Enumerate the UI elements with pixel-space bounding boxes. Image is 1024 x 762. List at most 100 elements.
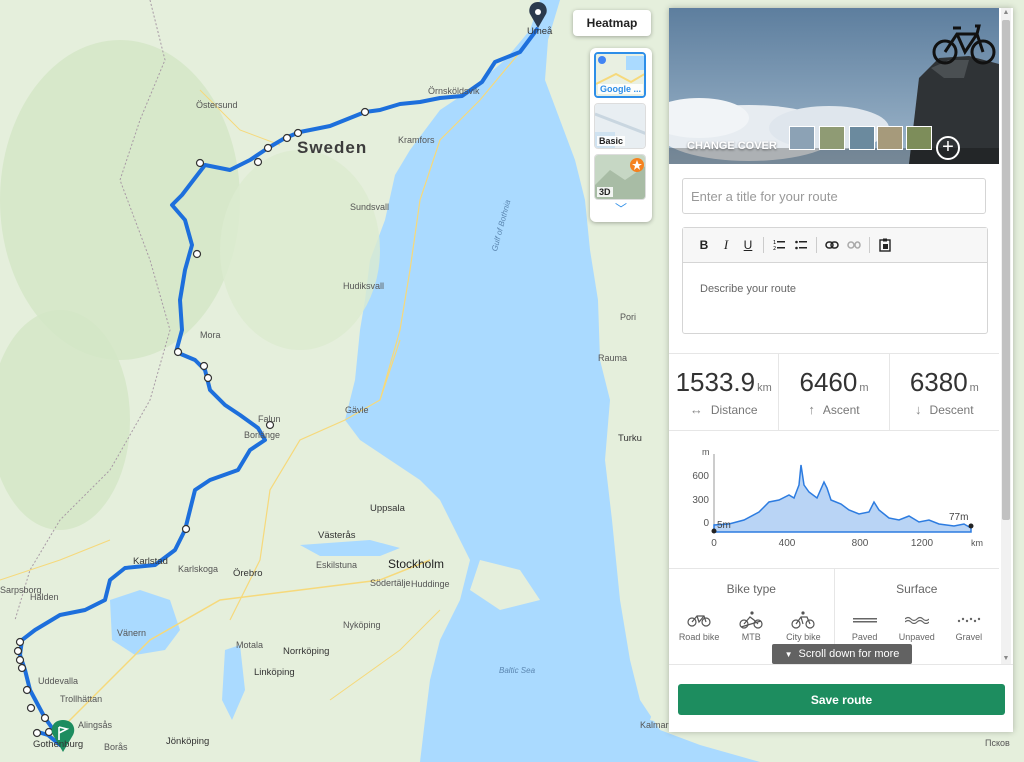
arrow-down-icon: ↓ — [915, 402, 922, 417]
svg-text:2: 2 — [773, 246, 776, 251]
cover-thumb-3[interactable] — [849, 126, 875, 150]
surface-gravel-label: Gravel — [955, 632, 983, 642]
stat-ascent: 6460 m ↑ Ascent — [779, 354, 890, 430]
bike-type-road-label: Road bike — [678, 632, 720, 642]
map-label-motala: Motala — [236, 640, 264, 650]
unpaved-icon — [904, 616, 929, 624]
description-input[interactable]: Describe your route — [683, 263, 987, 315]
map-label-stockholm: Stockholm — [388, 557, 445, 571]
stat-descent: 6380 m ↓ Descent — [890, 354, 999, 430]
save-route-button[interactable]: Save route — [678, 684, 1005, 715]
surface-heading: Surface — [896, 582, 938, 596]
underline-button[interactable]: U — [737, 235, 759, 255]
cover-thumb-4[interactable] — [877, 126, 903, 150]
ordered-list-icon[interactable]: 12 — [768, 235, 790, 255]
editor-toolbar: B I U 12 — [683, 228, 987, 263]
bike-icon — [932, 24, 996, 65]
route-title-input[interactable] — [682, 178, 986, 214]
map-label-sundsvall: Sundsvall — [350, 202, 390, 212]
descent-label: Descent — [929, 403, 974, 417]
elevation-profile[interactable]: m 600 300 0 5m 77m 0 400 800 1200 km — [669, 440, 999, 560]
map-label-gavle: Gävle — [345, 405, 369, 415]
surface-paved[interactable]: Paved — [839, 610, 891, 642]
route-panel: CHANGE COVER + B I U 12 — [669, 8, 1013, 732]
map-layer-switcher: Google ... Basic 3D ﹀ — [590, 48, 652, 222]
gravel-icon — [957, 617, 981, 623]
map-label-pori: Pori — [620, 312, 637, 322]
stat-distance: 1533.9 km ↔ Distance — [669, 354, 780, 430]
panel-scrollbar[interactable]: ▲ ▼ — [1001, 8, 1011, 664]
ascent-unit: m — [859, 382, 869, 394]
cover-thumb-1[interactable] — [789, 126, 815, 150]
map-label-baltic: Baltic Sea — [499, 666, 536, 675]
cover-thumb-5[interactable] — [906, 126, 932, 150]
map-label-jonkoping: Jönköping — [166, 736, 210, 747]
link-icon[interactable] — [821, 235, 843, 255]
layer-basic[interactable]: Basic — [594, 103, 646, 149]
scroll-down-arrow-icon[interactable]: ▼ — [1001, 654, 1011, 664]
cover-image: CHANGE COVER + — [669, 8, 999, 164]
elevation-area — [713, 464, 972, 533]
city-bike-icon — [791, 611, 815, 629]
toolbar-divider — [763, 237, 764, 253]
descent-unit: m — [969, 382, 979, 394]
map-label-ostersund: Östersund — [196, 100, 238, 110]
plus-circle-icon[interactable]: + — [936, 136, 960, 160]
distance-label: Distance — [710, 403, 758, 417]
map-label-vasteras: Västerås — [318, 530, 356, 541]
layer-3d[interactable]: 3D — [594, 154, 646, 200]
elevation-x-tick: 400 — [779, 538, 796, 549]
bike-type-heading: Bike type — [726, 582, 776, 596]
arrows-horizontal-icon: ↔ — [689, 402, 703, 417]
bold-button[interactable]: B — [693, 235, 715, 255]
ascent-value: 6460 — [799, 367, 858, 397]
map-label-halden: Halden — [30, 592, 59, 602]
map-label-sodertalje: Södertälje — [370, 578, 411, 588]
change-cover-button[interactable]: CHANGE COVER — [687, 140, 777, 152]
bullet-list-icon[interactable] — [790, 235, 812, 255]
bike-type-mtb[interactable]: MTB — [725, 610, 777, 642]
scroll-hint-label: Scroll down for more — [798, 648, 900, 660]
elevation-x-tick: 800 — [852, 538, 869, 549]
bike-type-mtb-label: MTB — [741, 632, 761, 642]
map-label-alingsas: Alingsås — [78, 720, 113, 730]
map-label-umea: Umeå — [527, 26, 553, 37]
map-label-orebro: Örebro — [233, 568, 263, 579]
scrollbar-thumb[interactable] — [1002, 20, 1010, 520]
toolbar-divider — [869, 237, 870, 253]
surface-unpaved[interactable]: Unpaved — [891, 610, 943, 642]
map-label-trollhattan: Trollhättan — [60, 694, 103, 704]
elevation-end-label: 77m — [949, 512, 968, 523]
map-label-eskilstuna: Eskilstuna — [316, 560, 358, 570]
italic-button[interactable]: I — [715, 235, 737, 255]
bike-type-city[interactable]: City bike — [777, 610, 829, 642]
map-label-nykoping: Nyköping — [343, 620, 381, 630]
map-label-uppsala: Uppsala — [370, 503, 405, 514]
elevation-start-label: 5m — [717, 520, 731, 531]
bike-type-road[interactable]: Road bike — [673, 610, 725, 642]
panel-scroll-area[interactable]: CHANGE COVER + B I U 12 — [669, 8, 999, 664]
paste-icon[interactable] — [874, 235, 896, 255]
scroll-up-arrow-icon[interactable]: ▲ — [1001, 8, 1011, 18]
chevron-down-icon[interactable]: ﹀ — [594, 203, 648, 215]
cover-thumb-2[interactable] — [819, 126, 845, 150]
map-label-huddinge: Huddinge — [411, 579, 450, 589]
elevation-start-dot — [711, 528, 717, 534]
surface-paved-label: Paved — [851, 632, 878, 642]
paved-icon — [852, 618, 877, 623]
elevation-y-tick: 300 — [692, 495, 709, 506]
map-label-norrkoping: Norrköping — [283, 646, 330, 657]
heatmap-button[interactable]: Heatmap — [573, 10, 651, 36]
layer-google[interactable]: Google ... — [594, 52, 646, 98]
surface-gravel[interactable]: Gravel — [943, 610, 995, 642]
scroll-down-hint[interactable]: ▼ Scroll down for more — [772, 644, 912, 664]
unlink-icon[interactable] — [843, 235, 865, 255]
mtb-icon — [739, 611, 763, 629]
elevation-x-tick: 1200 — [911, 538, 934, 549]
caret-down-icon: ▼ — [784, 649, 793, 659]
map-label-kramfors: Kramfors — [398, 135, 435, 145]
map-label-ornskoldsvik: Örnsköldsvik — [428, 86, 480, 96]
elevation-y-tick: 600 — [692, 471, 709, 482]
elevation-x-tick: 0 — [711, 538, 717, 549]
route-stats: 1533.9 km ↔ Distance 6460 m ↑ Ascent 6380 m ↓… — [669, 353, 999, 431]
